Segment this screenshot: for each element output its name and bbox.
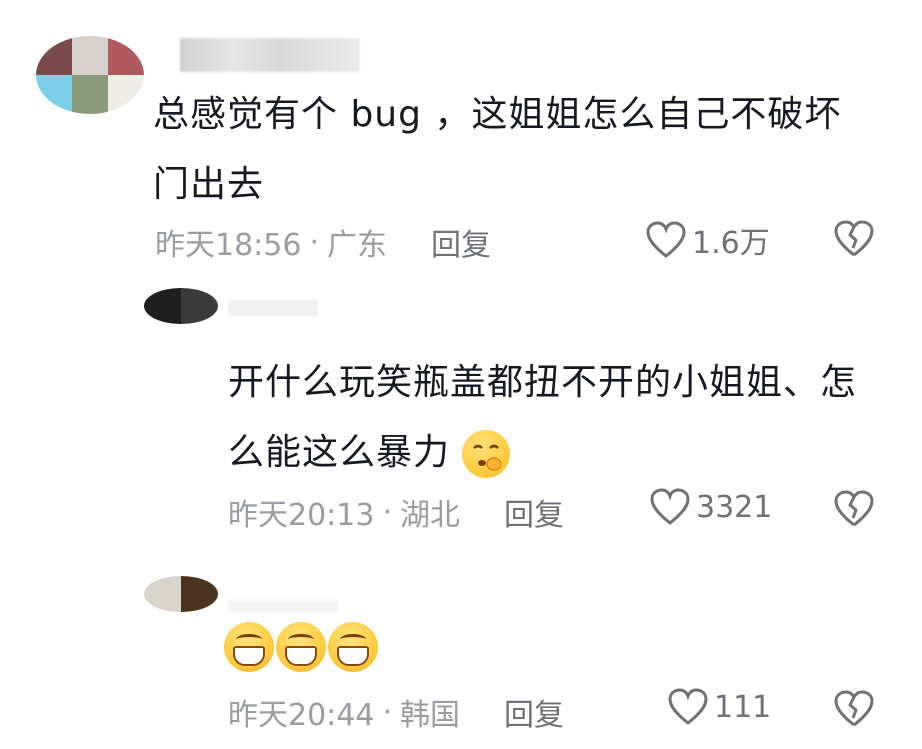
comment-text-line: 门出去: [153, 164, 265, 205]
username[interactable]: [228, 300, 318, 316]
like-count: 1.6万: [692, 226, 770, 261]
comment-text-line: 么能这么暴力: [228, 418, 857, 488]
avatar[interactable]: [144, 288, 218, 324]
separator: ·: [309, 224, 320, 260]
comment-meta: 昨天18:56 · 广东 回复: [155, 220, 491, 264]
like-button[interactable]: 1.6万: [646, 218, 770, 262]
reply-button[interactable]: 回复: [431, 220, 491, 264]
comment-text-line: 开什么玩笑瓶盖都扭不开的小姐姐、怎: [228, 362, 858, 403]
comment-text: 开什么玩笑瓶盖都扭不开的小姐姐、怎 么能这么暴力: [228, 348, 857, 488]
heart-icon: [650, 488, 690, 525]
dislike-button[interactable]: [834, 490, 874, 532]
like-count: 111: [714, 689, 772, 725]
like-button[interactable]: 111: [668, 688, 771, 726]
reply-button[interactable]: 回复: [504, 490, 564, 534]
comment-time: 昨天20:44: [228, 698, 375, 733]
comment-meta: 昨天20:13 · 湖北 回复: [228, 490, 564, 534]
like-count: 3321: [696, 489, 773, 525]
grinning-face-emoji: [328, 622, 378, 672]
heart-icon: [668, 688, 708, 725]
username[interactable]: [228, 600, 338, 612]
grinning-face-emoji: [224, 622, 274, 672]
comment-location: 广东: [327, 228, 388, 263]
username[interactable]: [180, 38, 360, 72]
comment-location: 湖北: [400, 498, 461, 533]
heart-icon: [646, 221, 686, 258]
dislike-button[interactable]: [834, 690, 874, 732]
comment-meta: 昨天20:44 · 韩国 回复: [228, 690, 564, 734]
comment-text: 总感觉有个 bug ，这姐姐怎么自己不破坏 门出去: [153, 80, 841, 220]
broken-heart-icon: [834, 490, 874, 527]
comment-time: 昨天20:13: [228, 498, 375, 533]
avatar[interactable]: [36, 36, 144, 114]
comment-emojis: [224, 622, 378, 672]
avatar[interactable]: [144, 576, 218, 612]
dislike-button[interactable]: [834, 220, 874, 262]
separator: ·: [382, 494, 393, 530]
comment-text-segment: 么能这么暴力: [228, 432, 451, 473]
like-button[interactable]: 3321: [650, 488, 772, 526]
grinning-face-emoji: [276, 622, 326, 672]
reply-button[interactable]: 回复: [504, 690, 564, 734]
shushing-face-emoji: [462, 430, 511, 478]
comment-location: 韩国: [400, 698, 461, 733]
comment-time: 昨天18:56: [155, 228, 302, 263]
broken-heart-icon: [834, 690, 874, 727]
separator: ·: [382, 694, 393, 730]
comment-text-line: 总感觉有个 bug ，这姐姐怎么自己不破坏: [153, 94, 842, 135]
broken-heart-icon: [834, 220, 874, 257]
